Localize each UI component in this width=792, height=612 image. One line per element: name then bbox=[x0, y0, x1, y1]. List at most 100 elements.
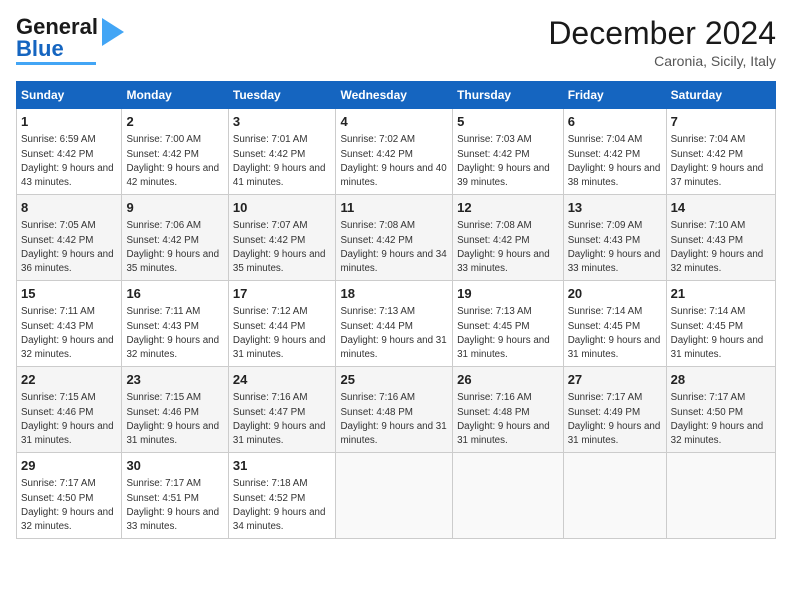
logo: GeneralBlue bbox=[16, 16, 124, 65]
day-number: 26 bbox=[457, 371, 559, 389]
day-number: 1 bbox=[21, 113, 117, 131]
calendar-cell: 8 Sunrise: 7:05 AMSunset: 4:42 PMDayligh… bbox=[17, 195, 122, 281]
day-number: 25 bbox=[340, 371, 448, 389]
day-info: Sunrise: 7:08 AMSunset: 4:42 PMDaylight:… bbox=[457, 220, 550, 274]
day-number: 12 bbox=[457, 199, 559, 217]
calendar-cell: 25 Sunrise: 7:16 AMSunset: 4:48 PMDaylig… bbox=[336, 367, 453, 453]
calendar-cell bbox=[453, 453, 564, 539]
calendar-cell: 13 Sunrise: 7:09 AMSunset: 4:43 PMDaylig… bbox=[563, 195, 666, 281]
calendar-cell: 17 Sunrise: 7:12 AMSunset: 4:44 PMDaylig… bbox=[228, 281, 336, 367]
calendar-subtitle: Caronia, Sicily, Italy bbox=[548, 53, 776, 69]
day-info: Sunrise: 7:14 AMSunset: 4:45 PMDaylight:… bbox=[671, 306, 764, 360]
day-info: Sunrise: 7:00 AMSunset: 4:42 PMDaylight:… bbox=[126, 134, 219, 188]
calendar-cell: 18 Sunrise: 7:13 AMSunset: 4:44 PMDaylig… bbox=[336, 281, 453, 367]
calendar-cell: 16 Sunrise: 7:11 AMSunset: 4:43 PMDaylig… bbox=[122, 281, 228, 367]
day-info: Sunrise: 7:17 AMSunset: 4:50 PMDaylight:… bbox=[671, 392, 764, 446]
day-number: 22 bbox=[21, 371, 117, 389]
col-friday: Friday bbox=[563, 82, 666, 109]
calendar-week-row: 22 Sunrise: 7:15 AMSunset: 4:46 PMDaylig… bbox=[17, 367, 776, 453]
calendar-cell: 22 Sunrise: 7:15 AMSunset: 4:46 PMDaylig… bbox=[17, 367, 122, 453]
day-info: Sunrise: 7:15 AMSunset: 4:46 PMDaylight:… bbox=[21, 392, 114, 446]
calendar-cell: 15 Sunrise: 7:11 AMSunset: 4:43 PMDaylig… bbox=[17, 281, 122, 367]
day-info: Sunrise: 7:17 AMSunset: 4:50 PMDaylight:… bbox=[21, 478, 114, 532]
calendar-cell: 1 Sunrise: 6:59 AMSunset: 4:42 PMDayligh… bbox=[17, 109, 122, 195]
calendar-title: December 2024 bbox=[548, 16, 776, 51]
day-info: Sunrise: 7:16 AMSunset: 4:48 PMDaylight:… bbox=[457, 392, 550, 446]
day-info: Sunrise: 7:08 AMSunset: 4:42 PMDaylight:… bbox=[340, 220, 446, 274]
day-info: Sunrise: 7:16 AMSunset: 4:48 PMDaylight:… bbox=[340, 392, 446, 446]
day-number: 4 bbox=[340, 113, 448, 131]
col-thursday: Thursday bbox=[453, 82, 564, 109]
day-number: 28 bbox=[671, 371, 771, 389]
calendar-cell: 31 Sunrise: 7:18 AMSunset: 4:52 PMDaylig… bbox=[228, 453, 336, 539]
calendar-cell: 12 Sunrise: 7:08 AMSunset: 4:42 PMDaylig… bbox=[453, 195, 564, 281]
calendar-cell bbox=[336, 453, 453, 539]
day-info: Sunrise: 7:17 AMSunset: 4:51 PMDaylight:… bbox=[126, 478, 219, 532]
day-number: 21 bbox=[671, 285, 771, 303]
calendar-cell: 10 Sunrise: 7:07 AMSunset: 4:42 PMDaylig… bbox=[228, 195, 336, 281]
day-number: 16 bbox=[126, 285, 223, 303]
day-number: 6 bbox=[568, 113, 662, 131]
day-number: 14 bbox=[671, 199, 771, 217]
day-info: Sunrise: 7:11 AMSunset: 4:43 PMDaylight:… bbox=[126, 306, 219, 360]
day-info: Sunrise: 7:10 AMSunset: 4:43 PMDaylight:… bbox=[671, 220, 764, 274]
day-number: 2 bbox=[126, 113, 223, 131]
calendar-cell: 3 Sunrise: 7:01 AMSunset: 4:42 PMDayligh… bbox=[228, 109, 336, 195]
day-number: 10 bbox=[233, 199, 332, 217]
day-info: Sunrise: 7:11 AMSunset: 4:43 PMDaylight:… bbox=[21, 306, 114, 360]
main-container: GeneralBlue December 2024 Caronia, Sicil… bbox=[0, 0, 792, 547]
day-number: 18 bbox=[340, 285, 448, 303]
day-number: 23 bbox=[126, 371, 223, 389]
day-info: Sunrise: 7:12 AMSunset: 4:44 PMDaylight:… bbox=[233, 306, 326, 360]
calendar-cell bbox=[563, 453, 666, 539]
day-number: 17 bbox=[233, 285, 332, 303]
day-number: 27 bbox=[568, 371, 662, 389]
calendar-week-row: 29 Sunrise: 7:17 AMSunset: 4:50 PMDaylig… bbox=[17, 453, 776, 539]
calendar-cell: 21 Sunrise: 7:14 AMSunset: 4:45 PMDaylig… bbox=[666, 281, 775, 367]
day-number: 5 bbox=[457, 113, 559, 131]
calendar-cell: 11 Sunrise: 7:08 AMSunset: 4:42 PMDaylig… bbox=[336, 195, 453, 281]
day-info: Sunrise: 7:01 AMSunset: 4:42 PMDaylight:… bbox=[233, 134, 326, 188]
calendar-cell: 7 Sunrise: 7:04 AMSunset: 4:42 PMDayligh… bbox=[666, 109, 775, 195]
logo-triangle-icon bbox=[102, 18, 124, 46]
day-number: 31 bbox=[233, 457, 332, 475]
calendar-cell: 4 Sunrise: 7:02 AMSunset: 4:42 PMDayligh… bbox=[336, 109, 453, 195]
calendar-cell: 20 Sunrise: 7:14 AMSunset: 4:45 PMDaylig… bbox=[563, 281, 666, 367]
day-info: Sunrise: 7:06 AMSunset: 4:42 PMDaylight:… bbox=[126, 220, 219, 274]
calendar-cell bbox=[666, 453, 775, 539]
calendar-cell: 24 Sunrise: 7:16 AMSunset: 4:47 PMDaylig… bbox=[228, 367, 336, 453]
col-wednesday: Wednesday bbox=[336, 82, 453, 109]
day-number: 11 bbox=[340, 199, 448, 217]
title-block: December 2024 Caronia, Sicily, Italy bbox=[548, 16, 776, 69]
calendar-cell: 2 Sunrise: 7:00 AMSunset: 4:42 PMDayligh… bbox=[122, 109, 228, 195]
calendar-cell: 5 Sunrise: 7:03 AMSunset: 4:42 PMDayligh… bbox=[453, 109, 564, 195]
day-info: Sunrise: 7:02 AMSunset: 4:42 PMDaylight:… bbox=[340, 134, 446, 188]
day-number: 19 bbox=[457, 285, 559, 303]
day-number: 29 bbox=[21, 457, 117, 475]
calendar-cell: 27 Sunrise: 7:17 AMSunset: 4:49 PMDaylig… bbox=[563, 367, 666, 453]
calendar-cell: 26 Sunrise: 7:16 AMSunset: 4:48 PMDaylig… bbox=[453, 367, 564, 453]
day-info: Sunrise: 7:16 AMSunset: 4:47 PMDaylight:… bbox=[233, 392, 326, 446]
col-monday: Monday bbox=[122, 82, 228, 109]
day-number: 20 bbox=[568, 285, 662, 303]
day-number: 24 bbox=[233, 371, 332, 389]
calendar-cell: 6 Sunrise: 7:04 AMSunset: 4:42 PMDayligh… bbox=[563, 109, 666, 195]
day-info: Sunrise: 7:03 AMSunset: 4:42 PMDaylight:… bbox=[457, 134, 550, 188]
day-info: Sunrise: 7:15 AMSunset: 4:46 PMDaylight:… bbox=[126, 392, 219, 446]
day-info: Sunrise: 7:14 AMSunset: 4:45 PMDaylight:… bbox=[568, 306, 661, 360]
calendar-cell: 30 Sunrise: 7:17 AMSunset: 4:51 PMDaylig… bbox=[122, 453, 228, 539]
day-info: Sunrise: 7:05 AMSunset: 4:42 PMDaylight:… bbox=[21, 220, 114, 274]
calendar-cell: 14 Sunrise: 7:10 AMSunset: 4:43 PMDaylig… bbox=[666, 195, 775, 281]
day-number: 7 bbox=[671, 113, 771, 131]
day-info: Sunrise: 7:07 AMSunset: 4:42 PMDaylight:… bbox=[233, 220, 326, 274]
calendar-cell: 19 Sunrise: 7:13 AMSunset: 4:45 PMDaylig… bbox=[453, 281, 564, 367]
day-info: Sunrise: 7:04 AMSunset: 4:42 PMDaylight:… bbox=[671, 134, 764, 188]
logo-text: GeneralBlue bbox=[16, 16, 98, 60]
day-info: Sunrise: 6:59 AMSunset: 4:42 PMDaylight:… bbox=[21, 134, 114, 188]
day-info: Sunrise: 7:04 AMSunset: 4:42 PMDaylight:… bbox=[568, 134, 661, 188]
calendar-header-row: Sunday Monday Tuesday Wednesday Thursday… bbox=[17, 82, 776, 109]
col-tuesday: Tuesday bbox=[228, 82, 336, 109]
day-number: 8 bbox=[21, 199, 117, 217]
calendar-cell: 28 Sunrise: 7:17 AMSunset: 4:50 PMDaylig… bbox=[666, 367, 775, 453]
logo-blue: Blue bbox=[16, 36, 64, 61]
